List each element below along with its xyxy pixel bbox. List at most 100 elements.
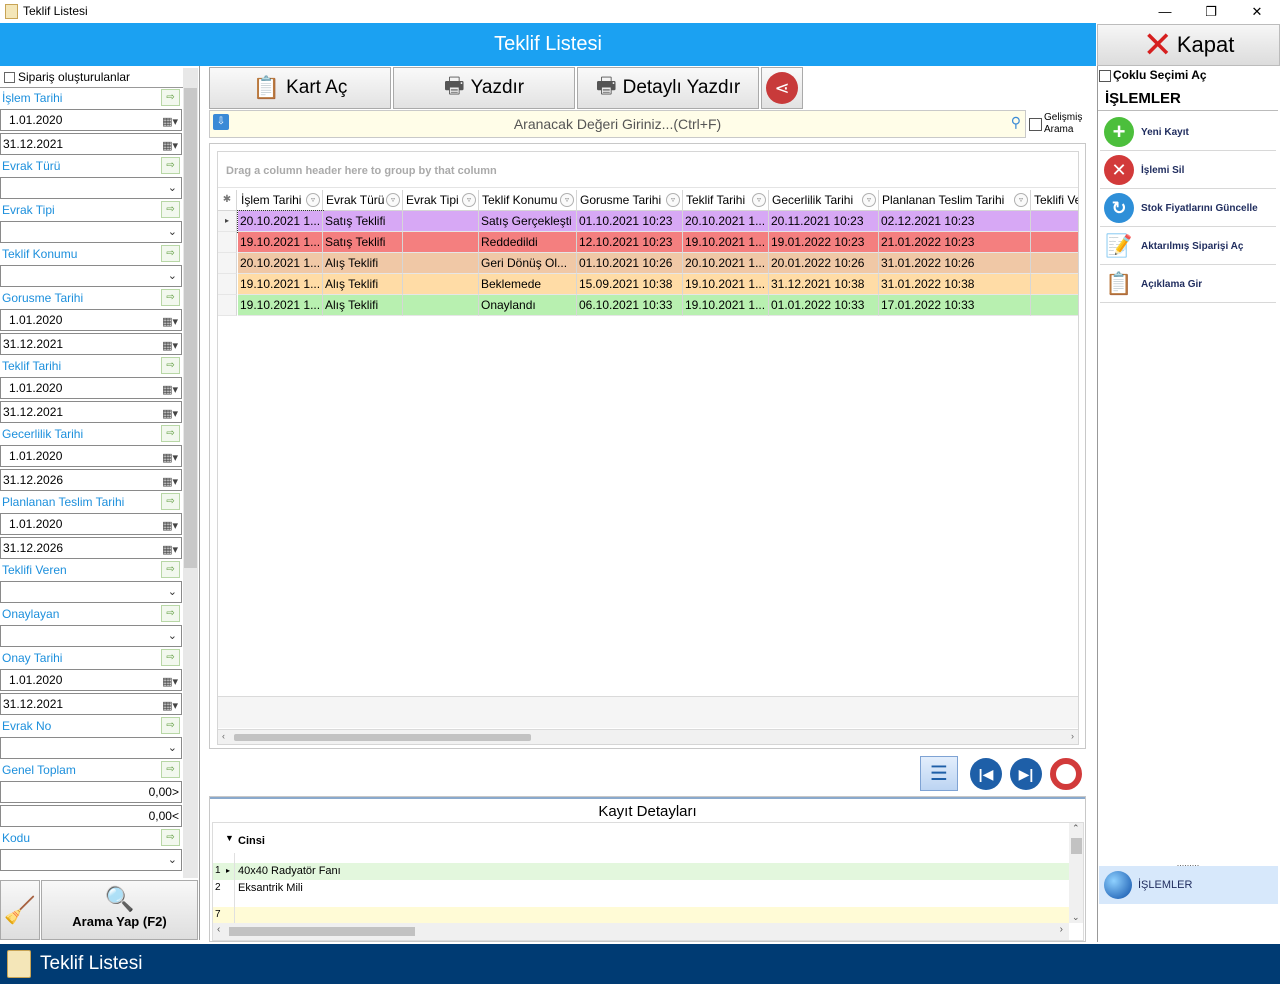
- column-header[interactable]: Teklifi Ve: [1031, 190, 1078, 211]
- teklifi-veren-select[interactable]: ⌄: [0, 581, 182, 603]
- scroll-left-icon[interactable]: ‹: [222, 731, 225, 741]
- grid-cell[interactable]: [403, 211, 479, 232]
- detayli-yazdir-button[interactable]: 🖶 Detaylı Yazdır: [577, 67, 759, 109]
- row-indicator[interactable]: [218, 232, 237, 253]
- kart-ac-button[interactable]: 📋 Kart Aç: [209, 67, 391, 109]
- grid-cell[interactable]: [1031, 232, 1078, 253]
- grid-cell[interactable]: [403, 232, 479, 253]
- evrak-turu-select[interactable]: ⌄: [0, 177, 182, 199]
- search-icon[interactable]: ⚲: [1011, 114, 1021, 131]
- gorusme-tarihi-from[interactable]: 1.01.2020 ▦▾: [0, 309, 182, 331]
- details-row[interactable]: 1 40x40 Radyatör Fanı ▸: [213, 863, 1069, 880]
- teklif-tarihi-to[interactable]: 31.12.2021 ▦▾: [0, 401, 182, 423]
- row-indicator[interactable]: [218, 274, 237, 295]
- filter-icon[interactable]: ▿: [1014, 193, 1028, 207]
- kapat-button[interactable]: ✕ Kapat: [1097, 24, 1280, 66]
- grid-cell[interactable]: 01.10.2021 10:23: [577, 211, 683, 232]
- grid-cell[interactable]: Geri Dönüş Ol...: [479, 253, 577, 274]
- details-vertical-scrollbar[interactable]: ⌃ ⌄: [1069, 823, 1083, 923]
- islem-tarihi-toggle-icon[interactable]: ⇨: [161, 89, 180, 106]
- column-header[interactable]: Gecerlilik Tarihi ▿: [769, 190, 879, 211]
- grid-cell[interactable]: Reddedildi: [479, 232, 577, 253]
- grid-cell[interactable]: [1031, 274, 1078, 295]
- grid-cell[interactable]: Beklemede: [479, 274, 577, 295]
- gorusme-tarihi-to[interactable]: 31.12.2021 ▦▾: [0, 333, 182, 355]
- close-window-button[interactable]: ✕: [1234, 0, 1280, 23]
- gecerlilik-tarihi-from[interactable]: 1.01.2020 ▦▾: [0, 445, 182, 467]
- column-header[interactable]: Teklif Tarihi ▿: [683, 190, 769, 211]
- column-header[interactable]: Evrak Türü ▿: [323, 190, 403, 211]
- filter-icon[interactable]: ▿: [560, 193, 574, 207]
- onay-tarihi-to[interactable]: 31.12.2021 ▦▾: [0, 693, 182, 715]
- search-input[interactable]: ⇩ Aranacak Değeri Giriniz...(Ctrl+F) ⚲: [209, 110, 1026, 138]
- grid-cell[interactable]: Alış Teklifi: [323, 253, 403, 274]
- filter-icon[interactable]: ▿: [752, 193, 766, 207]
- row-indicator[interactable]: [218, 253, 237, 274]
- gorusme-tarihi-toggle-icon[interactable]: ⇨: [161, 289, 180, 306]
- grid-cell[interactable]: 19.10.2021 1...: [683, 232, 769, 253]
- grid-cell[interactable]: [1031, 253, 1078, 274]
- evrak-tipi-toggle-icon[interactable]: ⇨: [161, 201, 180, 218]
- advanced-search-checkbox[interactable]: Gelişmiş Arama: [1029, 112, 1084, 136]
- first-record-button[interactable]: |◀: [967, 756, 1005, 791]
- grid-cell[interactable]: [1031, 295, 1078, 316]
- grid-cell[interactable]: 06.10.2021 10:33: [577, 295, 683, 316]
- grid-cell[interactable]: 20.10.2021 1...: [237, 210, 324, 233]
- evrak-turu-toggle-icon[interactable]: ⇨: [161, 157, 180, 174]
- search-button[interactable]: 🔍 Arama Yap (F2): [41, 880, 198, 940]
- grid-cell[interactable]: 20.10.2021 1...: [683, 211, 769, 232]
- grid-cell[interactable]: 31.01.2022 10:38: [879, 274, 1031, 295]
- taskbar-label[interactable]: Teklif Listesi: [40, 953, 142, 975]
- grid-cell[interactable]: Satış Teklifi: [323, 211, 403, 232]
- grid-cell[interactable]: 31.12.2021 10:38: [769, 274, 879, 295]
- filter-icon[interactable]: ▿: [862, 193, 876, 207]
- teklif-tarihi-from[interactable]: 1.01.2020 ▦▾: [0, 377, 182, 399]
- teklif-konumu-toggle-icon[interactable]: ⇨: [161, 245, 180, 262]
- maximize-button[interactable]: ❐: [1188, 0, 1234, 23]
- details-row[interactable]: 7: [213, 907, 1069, 924]
- yeni-kayit-item[interactable]: + Yeni Kayıt: [1100, 114, 1276, 151]
- islemi-sil-item[interactable]: ✕ İşlemi Sil: [1100, 152, 1276, 189]
- siparis-checkbox[interactable]: Sipariş oluşturulanlar: [4, 70, 130, 84]
- grid-cell[interactable]: Satış Teklifi: [323, 232, 403, 253]
- grid-cell[interactable]: 15.09.2021 10:38: [577, 274, 683, 295]
- genel-toplam-toggle-icon[interactable]: ⇨: [161, 761, 180, 778]
- genel-toplam-max[interactable]: 0,00<: [0, 805, 182, 827]
- grid-cell[interactable]: [403, 295, 479, 316]
- onaylayan-toggle-icon[interactable]: ⇨: [161, 605, 180, 622]
- grid-cell[interactable]: 01.10.2021 10:26: [577, 253, 683, 274]
- column-header[interactable]: Evrak Tipi ▿: [403, 190, 479, 211]
- grid-cell[interactable]: 19.10.2021 1...: [238, 232, 323, 253]
- gecerlilik-tarihi-to[interactable]: 31.12.2026 ▦▾: [0, 469, 182, 491]
- kodu-select[interactable]: ⌄: [0, 849, 182, 871]
- evrak-tipi-select[interactable]: ⌄: [0, 221, 182, 243]
- evrak-no-select[interactable]: ⌄: [0, 737, 182, 759]
- grid-cell[interactable]: Alış Teklifi: [323, 274, 403, 295]
- onay-tarihi-from[interactable]: 1.01.2020 ▦▾: [0, 669, 182, 691]
- grid-cell[interactable]: Alış Teklifi: [323, 295, 403, 316]
- genel-toplam-min[interactable]: 0,00>: [0, 781, 182, 803]
- planlanan-teslim-from[interactable]: 1.01.2020 ▦▾: [0, 513, 182, 535]
- islem-tarihi-to[interactable]: 31.12.2021 ▦▾: [0, 133, 182, 155]
- grid-cell[interactable]: 20.10.2021 1...: [683, 253, 769, 274]
- scroll-right-icon[interactable]: ›: [1071, 731, 1074, 741]
- grid-cell[interactable]: 19.01.2022 10:23: [769, 232, 879, 253]
- grid-cell[interactable]: 19.10.2021 1...: [683, 274, 769, 295]
- clear-filters-button[interactable]: 🧹: [0, 880, 40, 940]
- grid-cell[interactable]: 20.10.2021 1...: [238, 253, 323, 274]
- column-header[interactable]: İşlem Tarihi ▿: [238, 190, 323, 211]
- filter-icon[interactable]: ▿: [666, 193, 680, 207]
- teklifi-veren-toggle-icon[interactable]: ⇨: [161, 561, 180, 578]
- grid-cell[interactable]: 20.01.2022 10:26: [769, 253, 879, 274]
- grid-cell[interactable]: 31.01.2022 10:26: [879, 253, 1031, 274]
- grid-horizontal-scrollbar[interactable]: ‹ ›: [218, 729, 1078, 744]
- share-button[interactable]: ⋖: [761, 67, 803, 109]
- grid-cell[interactable]: 01.01.2022 10:33: [769, 295, 879, 316]
- row-indicator[interactable]: [218, 295, 237, 316]
- grid-cell[interactable]: 19.10.2021 1...: [238, 274, 323, 295]
- teklif-tarihi-toggle-icon[interactable]: ⇨: [161, 357, 180, 374]
- grid-cell[interactable]: 19.10.2021 1...: [238, 295, 323, 316]
- grid-cell[interactable]: Satış Gerçekleşti: [479, 211, 577, 232]
- filter-icon[interactable]: ▿: [386, 193, 400, 207]
- grid-cell[interactable]: [403, 274, 479, 295]
